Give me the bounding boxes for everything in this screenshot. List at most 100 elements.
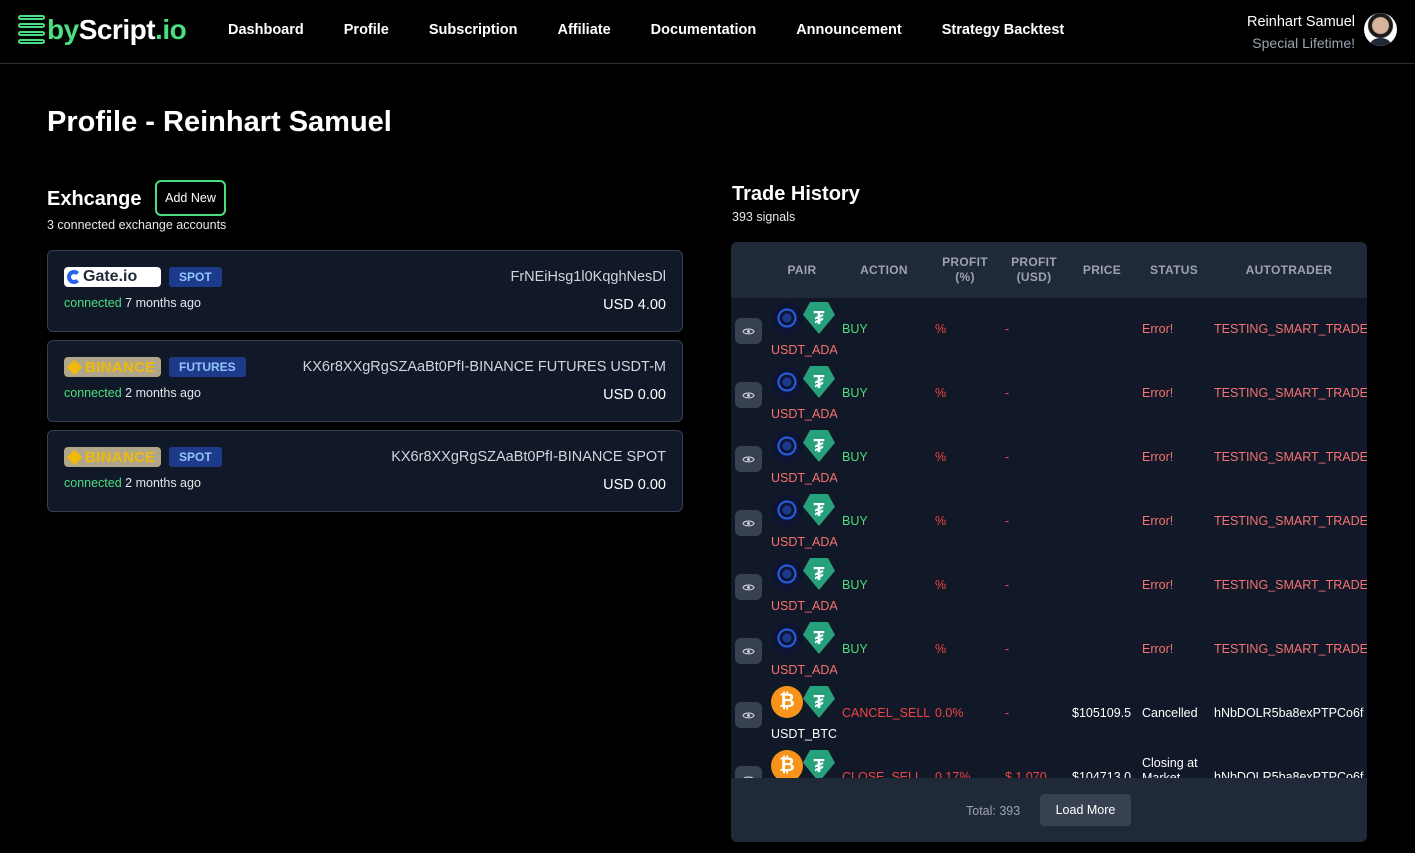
profit-usd-cell: - bbox=[1005, 642, 1010, 656]
view-eye-icon[interactable] bbox=[735, 702, 762, 728]
usdt-icon: ₮ bbox=[803, 558, 835, 590]
exchange-card[interactable]: Gate.io SPOT connected 7 months ago FrNEiHs… bbox=[47, 250, 683, 332]
autotrader-cell: hNbDOLR5ba8exPTPCo6f bbox=[1214, 770, 1364, 778]
view-eye-icon[interactable] bbox=[735, 638, 762, 664]
profit-usd-cell: - bbox=[1005, 322, 1010, 336]
gate-icon bbox=[67, 270, 81, 284]
page-title: Profile - Reinhart Samuel bbox=[47, 106, 392, 138]
avatar[interactable] bbox=[1364, 13, 1397, 46]
binance-logo: BINANCE bbox=[64, 357, 161, 377]
brand-text: BINANCE bbox=[85, 448, 156, 466]
account-type-badge: FUTURES bbox=[169, 357, 246, 377]
nav-item[interactable]: Affiliate bbox=[558, 22, 611, 38]
col-action: ACTION bbox=[860, 262, 908, 277]
exchange-card[interactable]: BINANCE SPOT connected 2 months ago KX6r8XX… bbox=[47, 430, 683, 512]
col-price: PRICE bbox=[1082, 262, 1122, 277]
view-eye-icon[interactable] bbox=[735, 510, 762, 536]
nav-item[interactable]: Announcement bbox=[796, 22, 902, 38]
usdt-icon: ₮ bbox=[803, 750, 835, 778]
col-autotrader: AUTOTRADER bbox=[1245, 262, 1333, 277]
logo-stack-icon bbox=[18, 13, 45, 47]
view-eye-icon[interactable] bbox=[735, 766, 762, 778]
exchange-title: Exhcange bbox=[47, 188, 142, 210]
ada-icon bbox=[771, 366, 803, 398]
profit-usd-cell: - bbox=[1005, 578, 1010, 592]
profit-usd-cell: - bbox=[1005, 450, 1010, 464]
nav-item[interactable]: Dashboard bbox=[228, 22, 304, 38]
binance-logo: BINANCE bbox=[64, 447, 161, 467]
status-text: connected bbox=[64, 386, 122, 400]
trade-history-subtitle: 393 signals bbox=[732, 210, 796, 224]
table-row[interactable]: ₮ USDT_ADA BUY% - Error! TESTING_SMART_TRADE bbox=[731, 554, 1367, 618]
autotrader-cell: TESTING_SMART_TRADE bbox=[1214, 386, 1367, 400]
table-row[interactable]: ₮ USDT_ADA BUY% - Error! TESTING_SMART_TRADE bbox=[731, 362, 1367, 426]
nav-item[interactable]: Documentation bbox=[651, 22, 757, 38]
ada-icon bbox=[771, 558, 803, 590]
nav-item[interactable]: Strategy Backtest bbox=[942, 22, 1065, 38]
action-cell: CANCEL_SELL bbox=[842, 706, 931, 720]
main-nav: Dashboard Profile Subscription Affiliate Doc… bbox=[228, 22, 1104, 38]
action-cell: BUY bbox=[842, 322, 868, 336]
pair-label: USDT_ADA bbox=[771, 407, 838, 421]
exchange-subtitle: 3 connected exchange accounts bbox=[47, 218, 227, 232]
action-cell: BUY bbox=[842, 450, 868, 464]
usdt-icon: ₮ bbox=[803, 302, 835, 334]
nav-item[interactable]: Profile bbox=[344, 22, 389, 38]
profit-pct-cell: % bbox=[935, 450, 947, 464]
autotrader-cell: TESTING_SMART_TRADE bbox=[1214, 514, 1367, 528]
view-eye-icon[interactable] bbox=[735, 574, 762, 600]
view-eye-icon[interactable] bbox=[735, 446, 762, 472]
ada-icon bbox=[771, 430, 803, 462]
usdt-icon: ₮ bbox=[803, 494, 835, 526]
balance: USD 0.00 bbox=[603, 387, 666, 403]
status-cell: Cancelled bbox=[1142, 706, 1198, 720]
api-key-label: FrNEiHsg1l0KqghNesDl bbox=[510, 269, 666, 285]
col-profit-pct: PROFIT (%) bbox=[942, 255, 988, 284]
exchange-card[interactable]: BINANCE FUTURES connected 2 months ago KX6r… bbox=[47, 340, 683, 422]
action-cell: CLOSE_SELL bbox=[842, 770, 922, 778]
profit-pct-cell: 0.17% bbox=[935, 770, 971, 778]
connection-status: connected 2 months ago bbox=[64, 476, 201, 490]
binance-icon bbox=[66, 359, 83, 375]
connection-status: connected 7 months ago bbox=[64, 296, 201, 310]
usdt-icon: ₮ bbox=[803, 366, 835, 398]
nav-item[interactable]: Subscription bbox=[429, 22, 518, 38]
load-more-button[interactable]: Load More bbox=[1040, 794, 1131, 826]
profit-pct-cell: % bbox=[935, 386, 947, 400]
action-cell: BUY bbox=[842, 578, 868, 592]
user-menu[interactable]: Reinhart Samuel Special Lifetime! bbox=[1247, 14, 1355, 51]
add-exchange-button[interactable]: Add New bbox=[155, 180, 226, 216]
price-cell: $104713.0 bbox=[1072, 770, 1132, 778]
view-eye-icon[interactable] bbox=[735, 318, 762, 344]
profit-pct-cell: 0.0% bbox=[935, 706, 964, 720]
account-type-badge: SPOT bbox=[169, 267, 222, 287]
status-since: 7 months ago bbox=[125, 296, 201, 310]
view-eye-icon[interactable] bbox=[735, 382, 762, 408]
status-cell: Error! bbox=[1142, 642, 1174, 656]
trade-history-title: Trade History bbox=[732, 183, 860, 205]
trade-history-table: PAIR ACTION PROFIT (%) PROFIT (USD) PRIC… bbox=[731, 242, 1367, 842]
table-row[interactable]: ₮ USDT_ADA BUY% - Error! TESTING_SMART_TRADE bbox=[731, 618, 1367, 682]
autotrader-cell: TESTING_SMART_TRADE bbox=[1214, 450, 1367, 464]
table-body[interactable]: ₮ USDT_ADA BUY% - Error! TESTING_SMART_TRADE ₮… bbox=[731, 298, 1367, 778]
table-row[interactable]: ₿₮USDT_BTCCLOSE_SELL0.17%$ 1.070$104713.… bbox=[731, 746, 1367, 778]
usdt-icon: ₮ bbox=[803, 686, 835, 718]
connection-status: connected 2 months ago bbox=[64, 386, 201, 400]
col-profit-usd: PROFIT (USD) bbox=[1011, 255, 1057, 284]
user-name: Reinhart Samuel bbox=[1247, 14, 1355, 30]
status-since: 2 months ago bbox=[125, 386, 201, 400]
ada-icon bbox=[771, 494, 803, 526]
col-pair: PAIR bbox=[787, 262, 817, 277]
btc-icon: ₿ bbox=[771, 750, 803, 778]
action-cell: BUY bbox=[842, 386, 868, 400]
table-row[interactable]: ₿ ₮ USDT_BTC CANCEL_SELL 0.0% - $105109.5 Cance… bbox=[731, 682, 1367, 746]
status-cell: Error! bbox=[1142, 322, 1174, 336]
status-cell: Error! bbox=[1142, 514, 1174, 528]
profit-usd-cell: - bbox=[1005, 514, 1010, 528]
logo[interactable]: byScript.io bbox=[18, 12, 187, 48]
table-row[interactable]: ₮ USDT_ADA BUY% - Error! TESTING_SMART_TRADE bbox=[731, 298, 1367, 362]
table-row[interactable]: ₮ USDT_ADA BUY% - Error! TESTING_SMART_TRADE bbox=[731, 426, 1367, 490]
table-row[interactable]: ₮ USDT_ADA BUY% - Error! TESTING_SMART_TRADE bbox=[731, 490, 1367, 554]
status-cell: Error! bbox=[1142, 386, 1174, 400]
autotrader-cell: hNbDOLR5ba8exPTPCo6f bbox=[1214, 706, 1364, 720]
